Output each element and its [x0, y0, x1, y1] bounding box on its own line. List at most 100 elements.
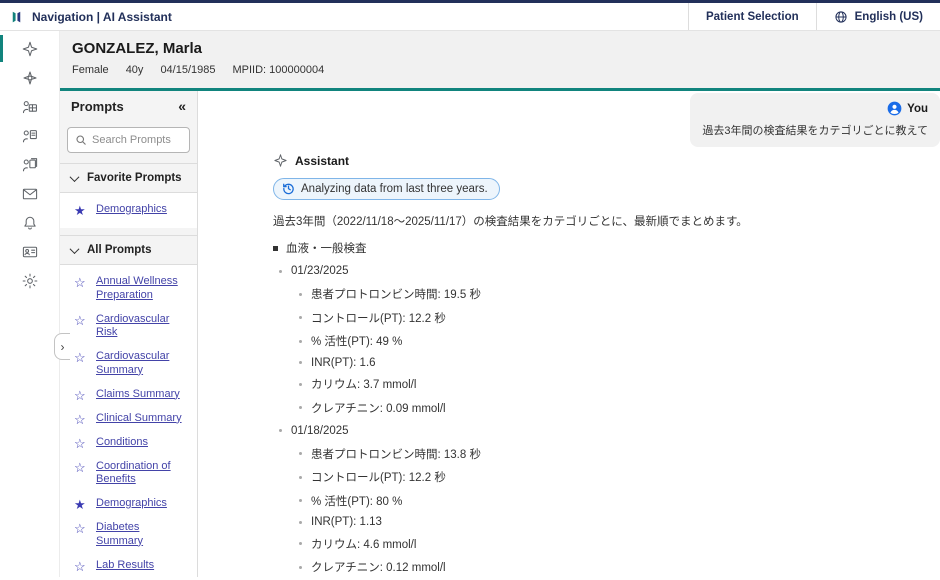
rail-item-messages[interactable]	[0, 179, 59, 208]
prompt-link[interactable]: Coordination of Benefits	[96, 460, 189, 488]
result-groups: 01/23/2025患者プロトロンビン時間: 19.5 秒コントロール(PT):…	[273, 265, 930, 577]
chevron-down-icon	[70, 172, 80, 182]
patient-banner: GONZALEZ, Marla Female 40y 04/15/1985 MP…	[60, 31, 940, 91]
bullet-icon	[279, 270, 282, 273]
prompt-item[interactable]: ☆ Coordination of Benefits	[60, 455, 197, 493]
star-outline-icon[interactable]: ☆	[74, 437, 87, 450]
bullet-icon	[299, 383, 302, 386]
prompt-link[interactable]: Demographics	[96, 203, 167, 217]
result-item: クレアチニン: 0.09 mmol/l	[299, 400, 930, 416]
prompt-link[interactable]: Diabetes Summary	[96, 521, 189, 549]
user-message-text: 過去3年間の検査結果をカテゴリごとに教えて	[702, 122, 928, 138]
prompt-item[interactable]: ☆ Claims Summary	[60, 383, 197, 407]
star-outline-icon[interactable]: ☆	[74, 351, 87, 364]
prompt-item[interactable]: ☆ Cardiovascular Risk	[60, 308, 197, 346]
section-header-favorite-prompts[interactable]: Favorite Prompts	[60, 163, 197, 193]
collapse-panel-icon[interactable]: «	[178, 98, 186, 114]
bullet-icon	[299, 340, 302, 343]
rail-item-patient-id[interactable]	[0, 237, 59, 266]
prompts-panel-title: Prompts	[71, 99, 124, 114]
prompt-item[interactable]: ☆ Lab Results	[60, 554, 197, 578]
user-avatar-icon	[887, 101, 902, 116]
prompt-item[interactable]: ☆ Cardiovascular Summary	[60, 345, 197, 383]
star-filled-icon[interactable]: ★	[74, 498, 87, 511]
star-outline-icon[interactable]: ☆	[74, 314, 87, 327]
patient-dob: 04/15/1985	[160, 64, 215, 76]
result-date: 01/18/2025	[279, 425, 930, 437]
rail-item-ai-settings[interactable]	[0, 63, 59, 92]
result-date-group: 01/18/2025患者プロトロンビン時間: 13.8 秒コントロール(PT):…	[273, 425, 930, 576]
prompt-link[interactable]: Lab Results	[96, 559, 154, 573]
prompt-item[interactable]: ★ Demographics	[60, 198, 197, 222]
patient-notes-icon	[21, 127, 39, 145]
result-item: カリウム: 4.6 mmol/l	[299, 536, 930, 552]
rail-item-patient-records[interactable]	[0, 150, 59, 179]
rail-item-patient-notes[interactable]	[0, 121, 59, 150]
prompt-item[interactable]: ☆ Clinical Summary	[60, 407, 197, 431]
icon-rail	[0, 31, 60, 577]
prompt-list: ☆ Annual Wellness Preparation ☆ Cardiovascu…	[60, 265, 197, 577]
bullet-icon	[299, 499, 302, 502]
assistant-sender-label: Assistant	[295, 154, 349, 168]
patient-records-icon	[21, 156, 39, 174]
search-input[interactable]	[92, 134, 182, 146]
chevron-down-icon	[70, 244, 80, 254]
section-header-all-prompts[interactable]: All Prompts	[60, 235, 197, 265]
bullet-icon	[299, 452, 302, 455]
bullet-icon	[299, 542, 302, 545]
star-outline-icon[interactable]: ☆	[74, 413, 87, 426]
patient-age: 40y	[126, 64, 144, 76]
prompt-item[interactable]: ☆ Diabetes Summary	[60, 516, 197, 554]
app-logo-icon	[9, 8, 24, 26]
patient-mpiid: MPIID: 100000004	[233, 64, 325, 76]
prompt-link[interactable]: Cardiovascular Risk	[96, 313, 189, 341]
prompt-link[interactable]: Cardiovascular Summary	[96, 350, 189, 378]
top-navbar: Navigation | AI Assistant Patient Select…	[0, 0, 940, 31]
assistant-intro-text: 過去3年間（2022/11/18～2025/11/17）の検査結果をカテゴリごと…	[273, 213, 930, 229]
analysis-status-chip: Analyzing data from last three years.	[273, 178, 500, 200]
panel-expander-handle[interactable]: ›	[54, 333, 70, 360]
prompt-item[interactable]: ★ Demographics	[60, 492, 197, 516]
prompt-item[interactable]: ☆ Annual Wellness Preparation	[60, 270, 197, 308]
notifications-icon	[21, 214, 39, 232]
assistant-sparkle-icon	[273, 153, 288, 168]
chat-area: You 過去3年間の検査結果をカテゴリごとに教えて Assistant	[198, 91, 940, 577]
bullet-icon	[299, 361, 302, 364]
patient-sex: Female	[72, 64, 109, 76]
rail-item-ai-assistant[interactable]	[0, 34, 59, 63]
messages-icon	[21, 185, 39, 203]
search-icon	[75, 134, 87, 146]
star-outline-icon[interactable]: ☆	[74, 389, 87, 402]
bullet-icon	[299, 293, 302, 296]
star-outline-icon[interactable]: ☆	[74, 461, 87, 474]
prompt-link[interactable]: Clinical Summary	[96, 412, 182, 426]
star-outline-icon[interactable]: ☆	[74, 276, 87, 289]
rail-item-notifications[interactable]	[0, 208, 59, 237]
rail-item-settings[interactable]	[0, 266, 59, 295]
prompt-search[interactable]	[67, 127, 190, 153]
result-item: INR(PT): 1.13	[299, 516, 930, 528]
prompt-link[interactable]: Conditions	[96, 436, 148, 450]
prompt-link[interactable]: Claims Summary	[96, 388, 180, 402]
star-filled-icon[interactable]: ★	[74, 204, 87, 217]
prompt-link[interactable]: Demographics	[96, 497, 167, 511]
star-outline-icon[interactable]: ☆	[74, 522, 87, 535]
result-item: 患者プロトロンビン時間: 19.5 秒	[299, 286, 930, 302]
settings-icon	[21, 272, 39, 290]
patient-summary-icon	[21, 98, 39, 116]
result-item: カリウム: 3.7 mmol/l	[299, 376, 930, 392]
result-date: 01/23/2025	[279, 265, 930, 277]
patient-selection-button[interactable]: Patient Selection	[688, 3, 816, 30]
language-button[interactable]: English (US)	[816, 3, 940, 30]
prompt-link[interactable]: Annual Wellness Preparation	[96, 275, 189, 303]
result-item: 患者プロトロンビン時間: 13.8 秒	[299, 446, 930, 462]
bullet-icon	[299, 521, 302, 524]
prompt-item[interactable]: ☆ Conditions	[60, 431, 197, 455]
star-outline-icon[interactable]: ☆	[74, 560, 87, 573]
prompts-sections: Favorite Prompts ★ Demographics All Prompts…	[60, 163, 197, 577]
app-title: Navigation | AI Assistant	[32, 10, 172, 24]
patient-name: GONZALEZ, Marla	[72, 40, 928, 57]
prompts-panel: Prompts « Favorite Prompts ★ Demographics A…	[60, 91, 198, 577]
bullet-icon	[299, 316, 302, 319]
rail-item-patient-summary[interactable]	[0, 92, 59, 121]
